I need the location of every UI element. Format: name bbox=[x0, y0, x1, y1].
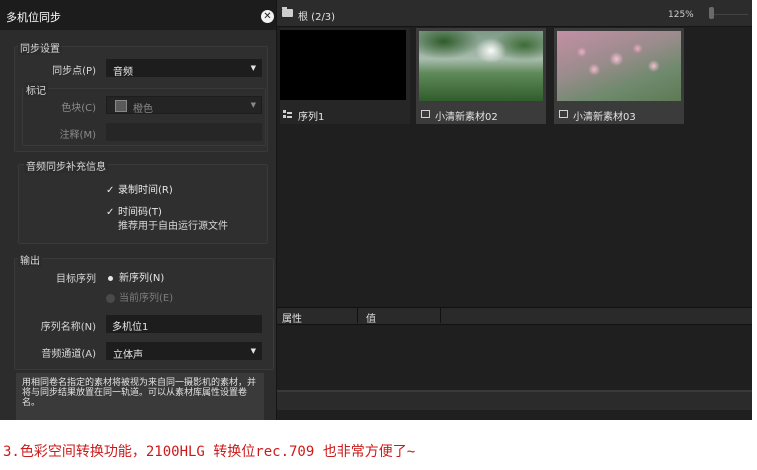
clip-thumbnail bbox=[280, 30, 406, 100]
color-label: 色块(C) bbox=[61, 103, 96, 114]
radio-label: 新序列(N) bbox=[119, 273, 165, 284]
bin-clip-sequence[interactable]: 序列1 bbox=[280, 28, 410, 124]
group-title: 输出 bbox=[18, 252, 42, 267]
target-sequence-label: 目标序列 bbox=[56, 274, 96, 285]
radio-unselected-icon bbox=[106, 293, 115, 303]
clip-thumbnail bbox=[419, 31, 543, 101]
clip-thumbnail bbox=[557, 31, 681, 101]
group-title: 标记 bbox=[24, 82, 48, 97]
chevron-down-icon: ▼ bbox=[250, 347, 256, 355]
column-divider[interactable] bbox=[440, 308, 441, 323]
color-select[interactable]: 橙色 ▼ bbox=[106, 96, 262, 115]
sequence-icon bbox=[283, 110, 292, 119]
radio-new-sequence[interactable]: 新序列(N) bbox=[108, 269, 164, 284]
video-clip-icon bbox=[559, 110, 568, 118]
zoom-slider-handle[interactable] bbox=[709, 7, 714, 19]
caption: 3.色彩空间转换功能，2100HLG 转换位rec.709 也非常方便了~ bbox=[3, 444, 416, 460]
sync-point-value: 音频 bbox=[113, 67, 133, 78]
help-text: 用相同卷名指定的素材将被视为来自同一摄影机的素材，并将与同步结果放置在同一轨道。… bbox=[16, 373, 264, 420]
bin-path[interactable]: 根 (2/3) bbox=[298, 8, 335, 23]
folder-icon bbox=[282, 7, 293, 17]
group-title: 音频同步补充信息 bbox=[24, 158, 108, 173]
dialog-title: 多机位同步 bbox=[6, 11, 61, 24]
chevron-down-icon: ▼ bbox=[250, 64, 256, 72]
status-strip bbox=[276, 392, 752, 410]
column-divider[interactable] bbox=[357, 308, 358, 323]
bin-clip-video[interactable]: 小清新素材02 bbox=[416, 28, 546, 124]
properties-col-value[interactable]: 值 bbox=[366, 310, 376, 325]
sync-point-select[interactable]: 音频 ▼ bbox=[106, 59, 262, 78]
sequence-name-value: 多机位1 bbox=[112, 322, 149, 333]
properties-col-attribute[interactable]: 属性 bbox=[282, 310, 302, 325]
chevron-down-icon: ▼ bbox=[250, 101, 256, 109]
sync-point-label: 同步点(P) bbox=[52, 66, 96, 77]
record-time-checkbox[interactable]: ✓ 录制时间(R) bbox=[106, 181, 173, 196]
group-title: 同步设置 bbox=[18, 40, 62, 55]
audio-channel-select[interactable]: 立体声 ▼ bbox=[106, 342, 262, 361]
checkmark-icon: ✓ bbox=[106, 185, 115, 196]
video-clip-icon bbox=[421, 110, 430, 118]
sequence-name-input[interactable]: 多机位1 bbox=[106, 315, 262, 333]
checkmark-icon: ✓ bbox=[106, 207, 115, 218]
color-value: 橙色 bbox=[133, 104, 153, 115]
timecode-checkbox[interactable]: ✓ 时间码(T) bbox=[106, 203, 162, 218]
clip-label: 小清新素材03 bbox=[573, 112, 636, 123]
sequence-name-label: 序列名称(N) bbox=[40, 322, 96, 333]
close-icon[interactable]: ✕ bbox=[261, 10, 274, 23]
comment-input[interactable] bbox=[106, 123, 262, 141]
color-swatch bbox=[115, 100, 127, 112]
properties-header bbox=[276, 307, 752, 325]
radio-selected-icon bbox=[108, 275, 113, 281]
zoom-slider-track[interactable] bbox=[712, 14, 748, 15]
clip-label: 序列1 bbox=[298, 112, 325, 123]
record-time-label: 录制时间(R) bbox=[118, 185, 173, 196]
bin-clip-video[interactable]: 小清新素材03 bbox=[554, 28, 684, 124]
timecode-note: 推荐用于自由运行源文件 bbox=[118, 221, 228, 232]
audio-channel-label: 音频通道(A) bbox=[41, 349, 96, 360]
clip-label: 小清新素材02 bbox=[435, 112, 498, 123]
audio-channel-value: 立体声 bbox=[113, 350, 143, 361]
zoom-level: 125% bbox=[668, 10, 694, 20]
comment-label: 注释(M) bbox=[59, 130, 96, 141]
radio-label: 当前序列(E) bbox=[119, 293, 174, 304]
multicam-sync-dialog: 多机位同步 ✕ 同步设置 同步点(P) 音频 ▼ 标记 色块(C) 橙色 ▼ 注… bbox=[0, 0, 277, 420]
radio-current-sequence[interactable]: 当前序列(E) bbox=[106, 289, 173, 304]
